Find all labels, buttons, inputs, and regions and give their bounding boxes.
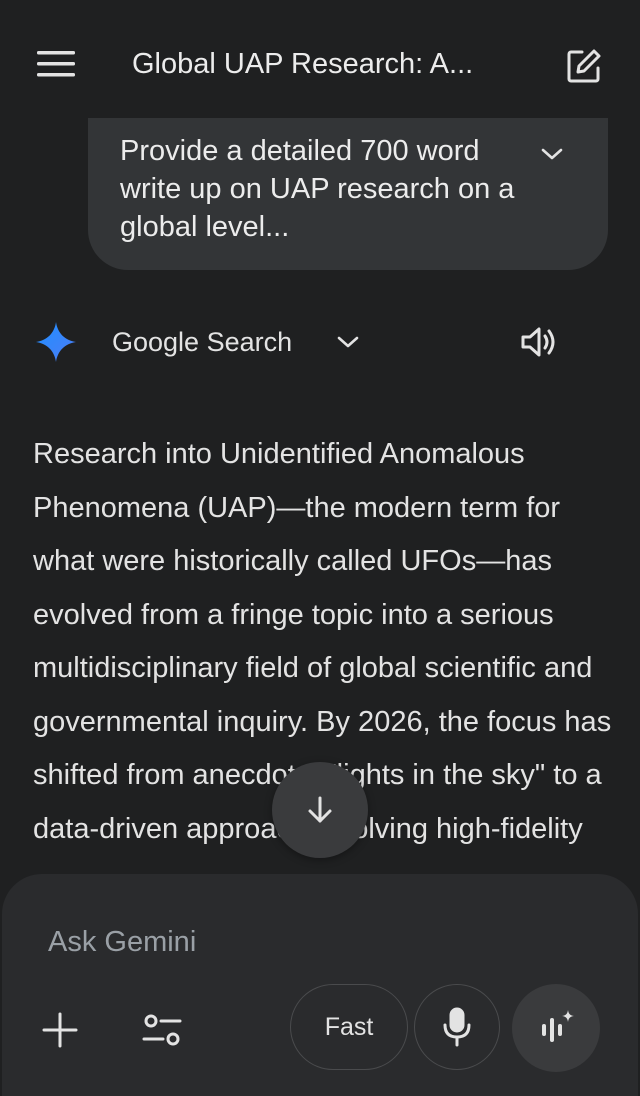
add-attachment-button[interactable] <box>32 1002 88 1058</box>
edit-square-icon <box>566 48 602 84</box>
gemini-chat-screen: Global UAP Research: A... Provide a deta… <box>0 0 640 1096</box>
chevron-down-icon <box>336 334 360 350</box>
read-aloud-button[interactable] <box>512 318 568 366</box>
gemini-spark-icon <box>34 320 78 364</box>
arrow-down-icon <box>305 795 335 825</box>
show-sources-button[interactable] <box>330 326 366 358</box>
top-app-bar: Global UAP Research: A... <box>0 0 640 128</box>
response-source-row: Google Search <box>0 312 640 372</box>
scroll-to-bottom-button[interactable] <box>272 762 368 858</box>
model-mode-button[interactable]: Fast <box>290 984 408 1070</box>
plus-icon <box>42 1012 78 1048</box>
ask-gemini-input[interactable] <box>48 922 568 962</box>
menu-button[interactable] <box>24 36 88 92</box>
user-prompt-bubble[interactable]: Provide a detailed 700 word write up on … <box>88 118 608 270</box>
conversation-title[interactable]: Global UAP Research: A... <box>132 44 532 84</box>
hamburger-menu-icon <box>37 51 75 77</box>
expand-prompt-button[interactable] <box>532 138 572 170</box>
user-prompt-text: Provide a detailed 700 word write up on … <box>120 135 515 243</box>
new-chat-button[interactable] <box>556 38 612 94</box>
source-label: Google Search <box>112 327 293 357</box>
live-audio-icon <box>536 1008 576 1048</box>
tune-icon <box>142 1013 182 1047</box>
speaker-icon <box>520 324 560 360</box>
live-mode-button[interactable] <box>512 984 600 1072</box>
tools-button[interactable] <box>134 1002 190 1058</box>
chevron-down-icon <box>540 146 564 162</box>
microphone-button[interactable] <box>414 984 500 1070</box>
composer-panel: Fast <box>2 874 638 1096</box>
microphone-icon <box>441 1007 473 1047</box>
